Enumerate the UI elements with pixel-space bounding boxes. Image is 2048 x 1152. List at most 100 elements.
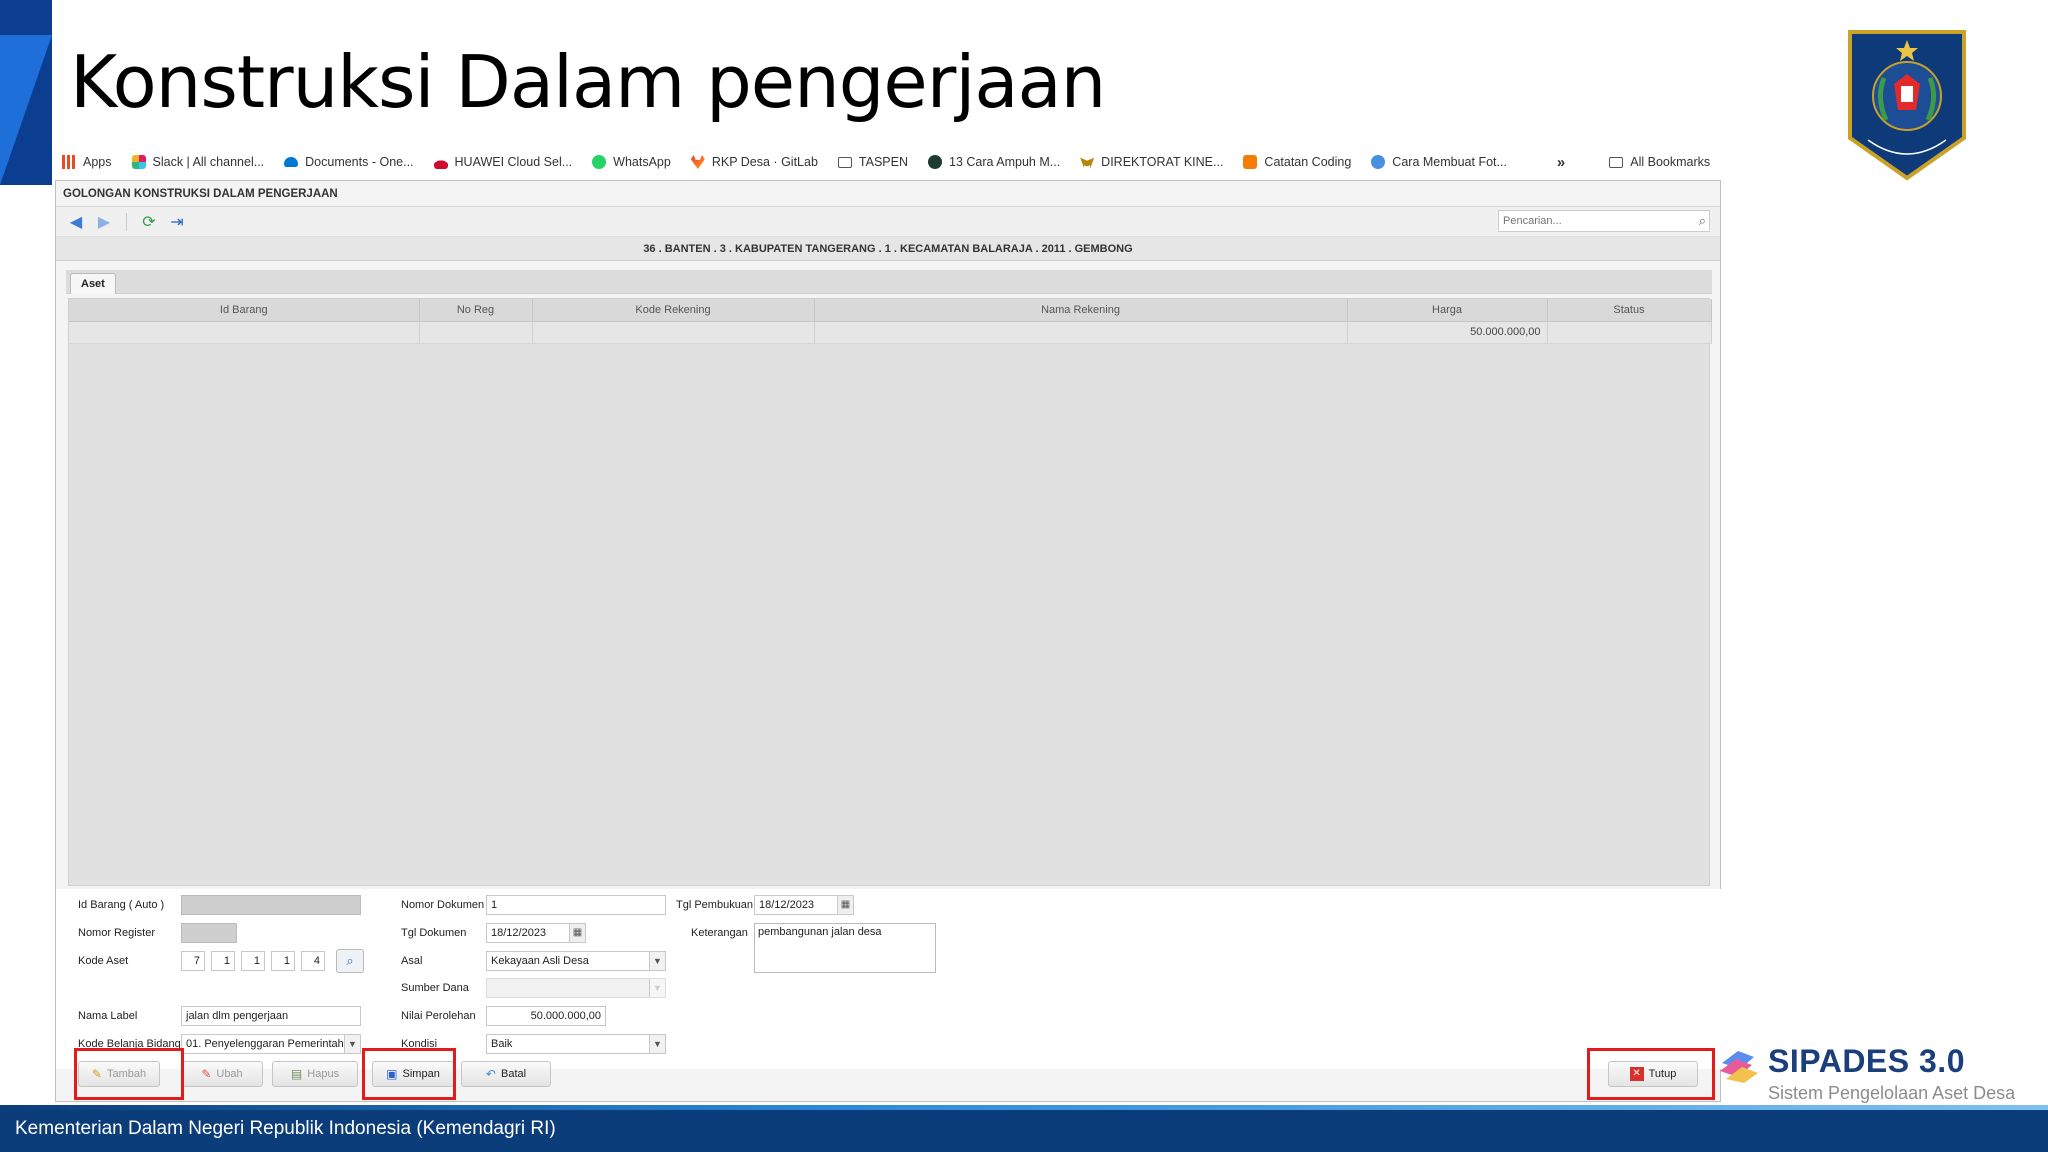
garuda-icon	[1080, 157, 1095, 169]
kode-belanja-value: 01. Penyelenggaran Pemerintaha	[186, 1038, 350, 1050]
cell-id-barang	[69, 321, 420, 344]
bookmark-slack[interactable]: Slack | All channel...	[131, 155, 265, 169]
column-header-harga[interactable]: Harga	[1347, 299, 1548, 322]
cell-kode-rekening	[532, 321, 815, 344]
hapus-label: Hapus	[307, 1068, 340, 1080]
chevron-down-icon: ▼	[344, 1035, 360, 1053]
kondisi-select[interactable]: Baik ▼	[486, 1034, 666, 1054]
kemendagri-emblem-icon	[1848, 30, 1966, 181]
delete-icon: ▤	[290, 1067, 303, 1081]
nama-label-label: Nama Label	[78, 1010, 138, 1022]
gitlab-icon	[690, 155, 705, 169]
blogger-icon	[1243, 155, 1258, 169]
app-toolbar: ◀ ▶ ⟳ ⇥ ⌕	[56, 207, 1720, 237]
search-icon[interactable]: ⌕	[1699, 213, 1706, 229]
column-header-kode-rekening[interactable]: Kode Rekening	[532, 299, 815, 322]
nomor-register-field	[181, 923, 237, 943]
bookmark-label: Slack | All channel...	[152, 155, 265, 169]
chevron-down-icon: ▼	[649, 952, 665, 970]
bookmark-cara-membuat[interactable]: Cara Membuat Fot...	[1371, 155, 1507, 169]
batal-button[interactable]: ↶ Batal	[461, 1061, 551, 1087]
slide-corner-accent-light	[0, 35, 52, 185]
calendar-icon[interactable]: ▦	[569, 924, 585, 942]
tgl-pembukuan-value: 18/12/2023	[759, 899, 815, 911]
highlight-tutup	[1587, 1048, 1715, 1100]
bookmark-huawei[interactable]: HUAWEI Cloud Sel...	[433, 155, 572, 169]
bookmark-label: RKP Desa · GitLab	[711, 155, 818, 169]
tgl-pembukuan-input[interactable]: 18/12/2023 ▦	[754, 895, 854, 915]
hapus-button[interactable]: ▤ Hapus	[272, 1061, 358, 1087]
edit-icon: ✎	[201, 1067, 212, 1081]
bookmark-gitlab[interactable]: RKP Desa · GitLab	[690, 155, 818, 169]
exit-icon[interactable]: ⇥	[167, 214, 187, 231]
bookmark-onedrive[interactable]: Documents - One...	[284, 155, 414, 169]
column-header-no-reg[interactable]: No Reg	[419, 299, 533, 322]
bookmarks-bar: Apps Slack | All channel... Documents - …	[62, 150, 1722, 174]
kondisi-value: Baik	[491, 1038, 513, 1050]
keterangan-textarea[interactable]: pembangunan jalan desa	[754, 923, 936, 973]
slide: Konstruksi Dalam pengerjaan Apps Slack |…	[0, 0, 2048, 1152]
tab-bar: Aset	[66, 270, 1712, 294]
highlight-tambah	[74, 1048, 184, 1100]
kode-aset-part-2[interactable]: 1	[211, 951, 235, 971]
kode-aset-part-5[interactable]: 4	[301, 951, 325, 971]
bookmark-taspen[interactable]: TASPEN	[837, 155, 908, 169]
column-header-id-barang[interactable]: Id Barang	[69, 299, 420, 322]
kode-aset-search-button[interactable]: ⌕	[336, 949, 364, 973]
asset-grid: Id Barang No Reg Kode Rekening Nama Reke…	[68, 298, 1712, 886]
refresh-icon[interactable]: ⟳	[139, 214, 159, 231]
calendar-icon[interactable]: ▦	[837, 896, 853, 914]
kode-aset-part-3[interactable]: 1	[241, 951, 265, 971]
cell-harga: 50.000.000,00	[1347, 321, 1548, 344]
kode-aset-part-4[interactable]: 1	[271, 951, 295, 971]
cell-no-reg	[419, 321, 533, 344]
slack-icon	[131, 155, 146, 169]
asal-select[interactable]: Kekayaan Asli Desa ▼	[486, 951, 666, 971]
tgl-dokumen-label: Tgl Dokumen	[401, 927, 467, 939]
search-input[interactable]	[1498, 210, 1710, 232]
kode-belanja-select[interactable]: 01. Penyelenggaran Pemerintaha ▼	[181, 1034, 361, 1054]
chevron-down-icon: ▼	[649, 979, 665, 997]
sipades-subtitle: Sistem Pengelolaan Aset Desa	[1768, 1083, 2016, 1103]
column-header-nama-rekening[interactable]: Nama Rekening	[814, 299, 1348, 322]
tgl-dokumen-input[interactable]: 18/12/2023 ▦	[486, 923, 586, 943]
bookmark-13-cara[interactable]: 13 Cara Ampuh M...	[928, 155, 1060, 169]
nilai-perolehan-input[interactable]: 50.000.000,00	[486, 1006, 606, 1026]
ubah-label: Ubah	[216, 1068, 243, 1080]
kode-aset-part-1[interactable]: 7	[181, 951, 205, 971]
id-barang-label: Id Barang ( Auto )	[78, 899, 165, 911]
table-row[interactable]: 50.000.000,00	[69, 321, 1712, 344]
apps-grid-icon	[62, 155, 76, 169]
footer-text: Kementerian Dalam Negeri Republik Indone…	[15, 1118, 556, 1139]
bookmark-label: 13 Cara Ampuh M...	[949, 155, 1061, 169]
asal-value: Kekayaan Asli Desa	[491, 955, 589, 967]
forward-arrow-icon[interactable]: ▶	[94, 214, 114, 231]
back-arrow-icon[interactable]: ◀	[66, 214, 86, 231]
bookmarks-overflow-button[interactable]: »	[1557, 154, 1565, 171]
bookmark-label: TASPEN	[858, 155, 908, 169]
app-title: GOLONGAN KONSTRUKSI DALAM PENGERJAAN	[56, 181, 1720, 207]
location-breadcrumb: 36 . BANTEN . 3 . KABUPATEN TANGERANG . …	[56, 237, 1720, 261]
sumber-dana-label: Sumber Dana	[401, 982, 469, 994]
tab-aset[interactable]: Aset	[70, 273, 116, 294]
bookmark-whatsapp[interactable]: WhatsApp	[592, 155, 671, 169]
bookmark-label: Documents - One...	[305, 155, 414, 169]
bookmark-apps[interactable]: Apps	[62, 155, 112, 169]
keterangan-label: Keterangan	[691, 927, 748, 939]
all-bookmarks[interactable]: All Bookmarks	[1609, 155, 1710, 169]
column-header-status[interactable]: Status	[1547, 299, 1712, 322]
cell-status	[1547, 321, 1712, 344]
whatsapp-icon	[592, 155, 607, 169]
bookmark-direktorat[interactable]: DIREKTORAT KINE...	[1080, 155, 1223, 169]
grid-header-row: Id Barang No Reg Kode Rekening Nama Reke…	[69, 299, 1712, 322]
undo-icon: ↶	[485, 1067, 496, 1081]
nomor-dokumen-input[interactable]: 1	[486, 895, 666, 915]
ubah-button[interactable]: ✎ Ubah	[181, 1061, 263, 1087]
bookmark-label: Catatan Coding	[1264, 155, 1352, 169]
bookmark-catatan-coding[interactable]: Catatan Coding	[1243, 155, 1351, 169]
tgl-dokumen-value: 18/12/2023	[491, 927, 547, 939]
nama-label-input[interactable]: jalan dlm pengerjaan	[181, 1006, 361, 1026]
kode-aset-label: Kode Aset	[78, 955, 129, 967]
nomor-register-label: Nomor Register	[78, 927, 156, 939]
sumber-dana-select[interactable]: ▼	[486, 978, 666, 998]
